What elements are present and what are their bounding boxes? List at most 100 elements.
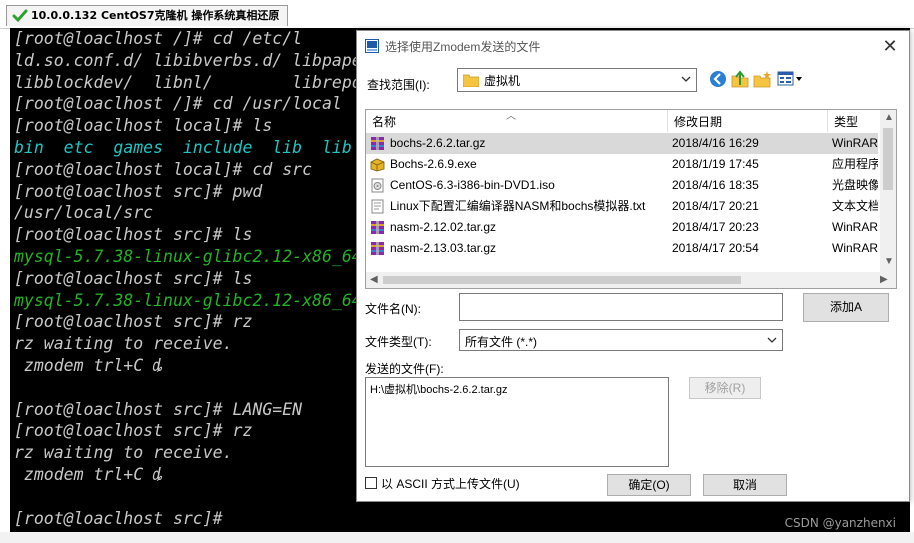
terminal-line: rz waiting to receive.	[14, 334, 233, 354]
scroll-up-icon[interactable]: ▲	[884, 112, 894, 123]
terminal-line: [root@loaclhost /]# cd /usr/local	[14, 94, 342, 114]
terminal-line: libblockdev/ libnl/ librepo	[14, 72, 362, 92]
file-name: CentOS-6.3-i386-bin-DVD1.iso	[390, 178, 555, 192]
terminal-line: [root@loaclhost src]# rz	[14, 312, 253, 332]
winrar-archive-icon	[371, 242, 384, 255]
close-icon[interactable]: ✕	[881, 37, 899, 55]
file-list[interactable]: 名称 ︿ 修改日期 类型 bochs-2.6.2.tar.gz 2018/4/16…	[365, 109, 897, 289]
scroll-down-icon[interactable]: ▼	[884, 256, 894, 267]
terminal-line: rz waiting to receive.	[14, 443, 233, 463]
terminal-line: zmodem trl+C ȡ	[14, 465, 164, 484]
file-row[interactable]: Bochs-2.6.9.exe 2018/1/19 17:45 应用程序	[366, 154, 878, 175]
file-type: WinRAR	[832, 241, 878, 255]
securecrt-app-icon	[365, 39, 379, 53]
file-name: Bochs-2.6.9.exe	[390, 157, 477, 171]
file-type: 文本文档	[832, 199, 878, 213]
file-name: bochs-2.6.2.tar.gz	[390, 136, 486, 150]
terminal-line: bin etc games include lib lib	[14, 138, 352, 157]
file-date: 2018/4/17 20:21	[672, 199, 759, 213]
column-header-name[interactable]: 名称 ︿	[366, 110, 668, 132]
terminal-line: [root@loaclhost src]# pwd	[14, 181, 263, 201]
connected-check-icon	[12, 9, 28, 23]
ascii-upload-checkbox[interactable]	[365, 477, 377, 489]
ascii-upload-label: 以 ASCII 方式上传文件(U)	[381, 477, 520, 491]
horizontal-scroll-thumb[interactable]	[383, 276, 741, 284]
new-folder-icon[interactable]	[753, 70, 771, 88]
file-date: 2018/4/16 16:29	[672, 136, 759, 150]
filetype-value: 所有文件 (*.*)	[465, 335, 538, 349]
send-file-item[interactable]: H:\虚拟机\bochs-2.6.2.tar.gz	[370, 381, 508, 397]
column-header-type[interactable]: 类型	[828, 110, 880, 132]
file-name: nasm-2.12.02.tar.gz	[390, 220, 497, 234]
file-name: nasm-2.13.03.tar.gz	[390, 241, 497, 255]
filename-input[interactable]	[459, 293, 783, 321]
scroll-right-icon[interactable]: ▶	[880, 274, 888, 285]
vertical-scroll-thumb[interactable]	[883, 128, 893, 190]
terminal-line: [root@loaclhost local]# ls	[14, 116, 273, 136]
chevron-down-icon	[767, 337, 777, 343]
vertical-scrollbar[interactable]: ▲ ▼	[880, 110, 896, 272]
terminal-line: [root@loaclhost src]# LANG=EN	[14, 399, 303, 419]
file-date: 2018/4/16 18:35	[672, 178, 759, 192]
scroll-left-icon[interactable]: ◀	[370, 274, 378, 285]
terminal-line: [root@loaclhost src]# ls	[14, 225, 253, 245]
look-in-select[interactable]: 虚拟机	[457, 68, 697, 92]
file-row[interactable]: CentOS-6.3-i386-bin-DVD1.iso 2018/4/16 18…	[366, 175, 878, 196]
session-tab[interactable]: 10.0.0.132 CentOS7克隆机 操作系统真相还原	[6, 5, 289, 26]
file-type: WinRAR	[832, 136, 878, 150]
bottom-strip	[0, 532, 914, 543]
filetype-select[interactable]: 所有文件 (*.*)	[459, 329, 783, 351]
column-header-date[interactable]: 修改日期	[668, 110, 828, 132]
file-name: Linux下配置汇编编译器NASM和bochs模拟器.txt	[390, 199, 646, 213]
file-type: WinRAR	[832, 220, 878, 234]
file-row[interactable]: bochs-2.6.2.tar.gz 2018/4/16 16:29 WinRAR	[366, 133, 878, 154]
terminal-line: [root@loaclhost src]#	[14, 508, 223, 528]
ok-button[interactable]: 确定(O)	[607, 474, 691, 496]
column-date-label: 修改日期	[674, 115, 723, 129]
terminal-line: [root@loaclhost src]# rz	[14, 421, 253, 441]
dialog-title: 选择使用Zmodem发送的文件	[385, 40, 541, 54]
send-files-label: 发送的文件(F):	[365, 362, 444, 376]
file-date: 2018/4/17 20:54	[672, 241, 759, 255]
terminal-line: mysql-5.7.38-linux-glibc2.12-x86_64	[14, 290, 362, 310]
terminal-line: ld.so.conf.d/ libibverbs.d/ libpaper	[14, 50, 372, 70]
zmodem-file-dialog: 选择使用Zmodem发送的文件 ✕ 查找范围(I): 虚拟机 名称 ︿ 修改日期…	[356, 30, 910, 502]
terminal-line: [root@loaclhost /]# cd /etc/l	[14, 29, 303, 48]
chevron-down-icon	[681, 76, 691, 82]
file-type: 应用程序	[832, 157, 878, 171]
remove-button[interactable]: 移除(R)	[689, 377, 761, 399]
file-date: 2018/4/17 20:23	[672, 220, 759, 234]
cancel-button[interactable]: 取消	[703, 474, 787, 496]
column-type-label: 类型	[834, 115, 859, 129]
terminal-line: /usr/local/src	[14, 203, 154, 223]
view-menu-icon[interactable]	[777, 70, 803, 88]
disc-image-icon	[371, 178, 384, 193]
session-tab-bar: 10.0.0.132 CentOS7克隆机 操作系统真相还原	[0, 0, 914, 29]
installer-exe-icon	[370, 158, 385, 172]
column-name-label: 名称	[372, 115, 397, 129]
filename-label: 文件名(N):	[365, 302, 421, 316]
terminal-line: [root@loaclhost src]# ls	[14, 268, 253, 288]
text-file-icon	[371, 199, 384, 214]
terminal-line: mysql-5.7.38-linux-glibc2.12-x86_64	[14, 247, 362, 266]
filetype-label: 文件类型(T):	[365, 335, 432, 349]
send-files-list[interactable]: H:\虚拟机\bochs-2.6.2.tar.gz	[365, 377, 669, 467]
winrar-archive-icon	[371, 137, 384, 150]
file-row[interactable]: Linux下配置汇编编译器NASM和bochs模拟器.txt 2018/4/17 …	[366, 196, 878, 217]
session-tab-title: 10.0.0.132 CentOS7克隆机 操作系统真相还原	[31, 9, 280, 22]
terminal-line: [root@loaclhost local]# cd src	[14, 159, 313, 179]
back-icon[interactable]	[709, 70, 727, 88]
watermark: CSDN @yanzhenxi	[784, 516, 896, 530]
file-type: 光盘映像	[832, 178, 878, 192]
terminal-line: zmodem trl+C ȡ	[14, 356, 164, 375]
sort-up-icon: ︿	[506, 111, 516, 122]
look-in-value: 虚拟机	[484, 74, 521, 88]
add-button[interactable]: 添加A	[803, 293, 889, 322]
dialog-titlebar: 选择使用Zmodem发送的文件 ✕	[357, 31, 909, 61]
up-folder-icon[interactable]	[731, 70, 749, 88]
horizontal-scrollbar[interactable]: ◀ ▶	[366, 272, 896, 288]
file-date: 2018/1/19 17:45	[672, 157, 759, 171]
file-row[interactable]: nasm-2.12.02.tar.gz 2018/4/17 20:23 WinRAR	[366, 217, 878, 238]
file-row[interactable]: nasm-2.13.03.tar.gz 2018/4/17 20:54 WinRAR	[366, 238, 878, 259]
look-in-label: 查找范围(I):	[367, 78, 430, 92]
